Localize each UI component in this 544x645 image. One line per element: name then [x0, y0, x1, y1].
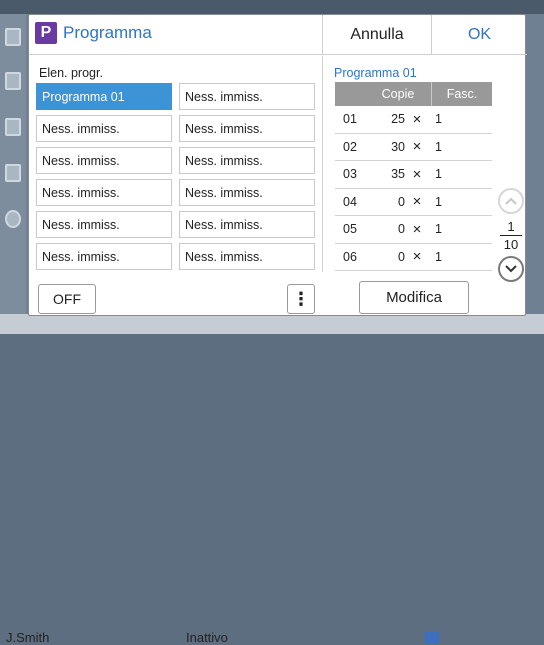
program-list-panel: Elen. progr. Programma 01 Ness. immiss. … — [29, 56, 322, 317]
program-slot[interactable]: Ness. immiss. — [179, 211, 315, 238]
row-copies: 30 — [391, 139, 405, 154]
background-sidebar — [0, 14, 26, 314]
document-icon — [5, 164, 21, 182]
times-icon: × — [412, 138, 422, 156]
scroll-down-button[interactable] — [498, 256, 524, 282]
header-number — [335, 82, 365, 106]
background-top-bar — [0, 0, 544, 14]
row-number: 01 — [343, 112, 357, 127]
times-icon: × — [412, 193, 422, 211]
header-sets: Fasc. — [431, 82, 492, 106]
page-total: 10 — [503, 237, 519, 252]
row-copies: 0 — [398, 222, 405, 237]
program-slot[interactable]: Programma 01 — [36, 83, 172, 110]
row-number: 05 — [343, 222, 357, 237]
row-number: 03 — [343, 167, 357, 182]
program-slot[interactable]: Ness. immiss. — [36, 115, 172, 142]
page-current: 1 — [507, 219, 515, 234]
row-copies: 25 — [391, 112, 405, 127]
program-slot[interactable]: Ness. immiss. — [179, 179, 315, 206]
row-sets: 1 — [435, 249, 442, 264]
program-slot[interactable]: Ness. immiss. — [179, 83, 315, 110]
table-row: 02 30 × 1 — [335, 134, 492, 161]
times-icon: × — [412, 220, 422, 238]
times-icon: × — [412, 248, 422, 266]
page-fraction-line — [500, 235, 522, 236]
program-detail-title: Programma 01 — [334, 66, 417, 80]
row-sets: 1 — [435, 112, 442, 127]
program-slot[interactable]: Ness. immiss. — [36, 179, 172, 206]
times-icon: × — [412, 165, 422, 183]
cancel-button[interactable]: Annulla — [322, 15, 431, 55]
document-icon — [5, 28, 21, 46]
chevron-down-icon — [505, 265, 517, 273]
program-slot[interactable]: Ness. immiss. — [179, 115, 315, 142]
check-icon — [5, 210, 21, 228]
program-dialog: P Programma Annulla OK Elen. progr. Prog… — [28, 14, 527, 317]
dialog-title-wrap: P Programma — [35, 22, 152, 44]
table-row: 01 25 × 1 — [335, 106, 492, 134]
program-slot[interactable]: Ness. immiss. — [36, 147, 172, 174]
row-number: 04 — [343, 194, 357, 209]
times-icon: × — [412, 110, 422, 128]
header-copies: Copie — [381, 87, 415, 101]
table-header: Copie Fasc. — [335, 82, 492, 106]
table-row: 03 35 × 1 — [335, 161, 492, 189]
program-slot[interactable]: Ness. immiss. — [179, 243, 315, 270]
tray-icon — [425, 632, 439, 644]
row-sets: 1 — [435, 167, 442, 182]
row-copies: 0 — [398, 194, 405, 209]
program-list-label: Elen. progr. — [39, 66, 103, 80]
status-text: Inattivo — [186, 630, 228, 645]
row-sets: 1 — [435, 139, 442, 154]
dialog-header: P Programma Annulla OK — [29, 15, 527, 55]
row-sets: 1 — [435, 222, 442, 237]
scroll-up-button[interactable] — [498, 188, 524, 214]
table-row: 06 0 × 1 — [335, 244, 492, 271]
chevron-up-icon — [505, 197, 517, 205]
program-slot[interactable]: Ness. immiss. — [36, 243, 172, 270]
document-icon — [5, 118, 21, 136]
program-icon: P — [35, 22, 57, 44]
more-menu-button[interactable]: ⋮ — [287, 284, 315, 314]
program-slot[interactable]: Ness. immiss. — [179, 147, 315, 174]
program-detail-table: Copie Fasc. 01 25 × 1 02 30 × 1 03 35 × 1 04 0 × 1 05 0 × 1… — [335, 82, 492, 271]
page-indicator: 1 10 — [498, 219, 524, 252]
row-sets: 1 — [435, 194, 442, 209]
row-number: 06 — [343, 249, 357, 264]
edit-button[interactable]: Modifica — [359, 281, 469, 314]
row-number: 02 — [343, 139, 357, 154]
user-name: J.Smith — [6, 630, 50, 645]
program-detail-panel: Programma 01 Copie Fasc. 01 25 × 1 02 30 × 1 03 3… — [323, 56, 527, 317]
program-slot[interactable]: Ness. immiss. — [36, 211, 172, 238]
row-copies: 35 — [391, 167, 405, 182]
dialog-title: Programma — [63, 23, 152, 42]
document-icon — [5, 72, 21, 90]
ok-button[interactable]: OK — [431, 15, 527, 55]
table-row: 05 0 × 1 — [335, 216, 492, 244]
table-row: 04 0 × 1 — [335, 189, 492, 216]
row-copies: 0 — [398, 249, 405, 264]
off-button[interactable]: OFF — [38, 284, 96, 314]
background-status-bar: J.Smith Inattivo — [0, 314, 544, 645]
